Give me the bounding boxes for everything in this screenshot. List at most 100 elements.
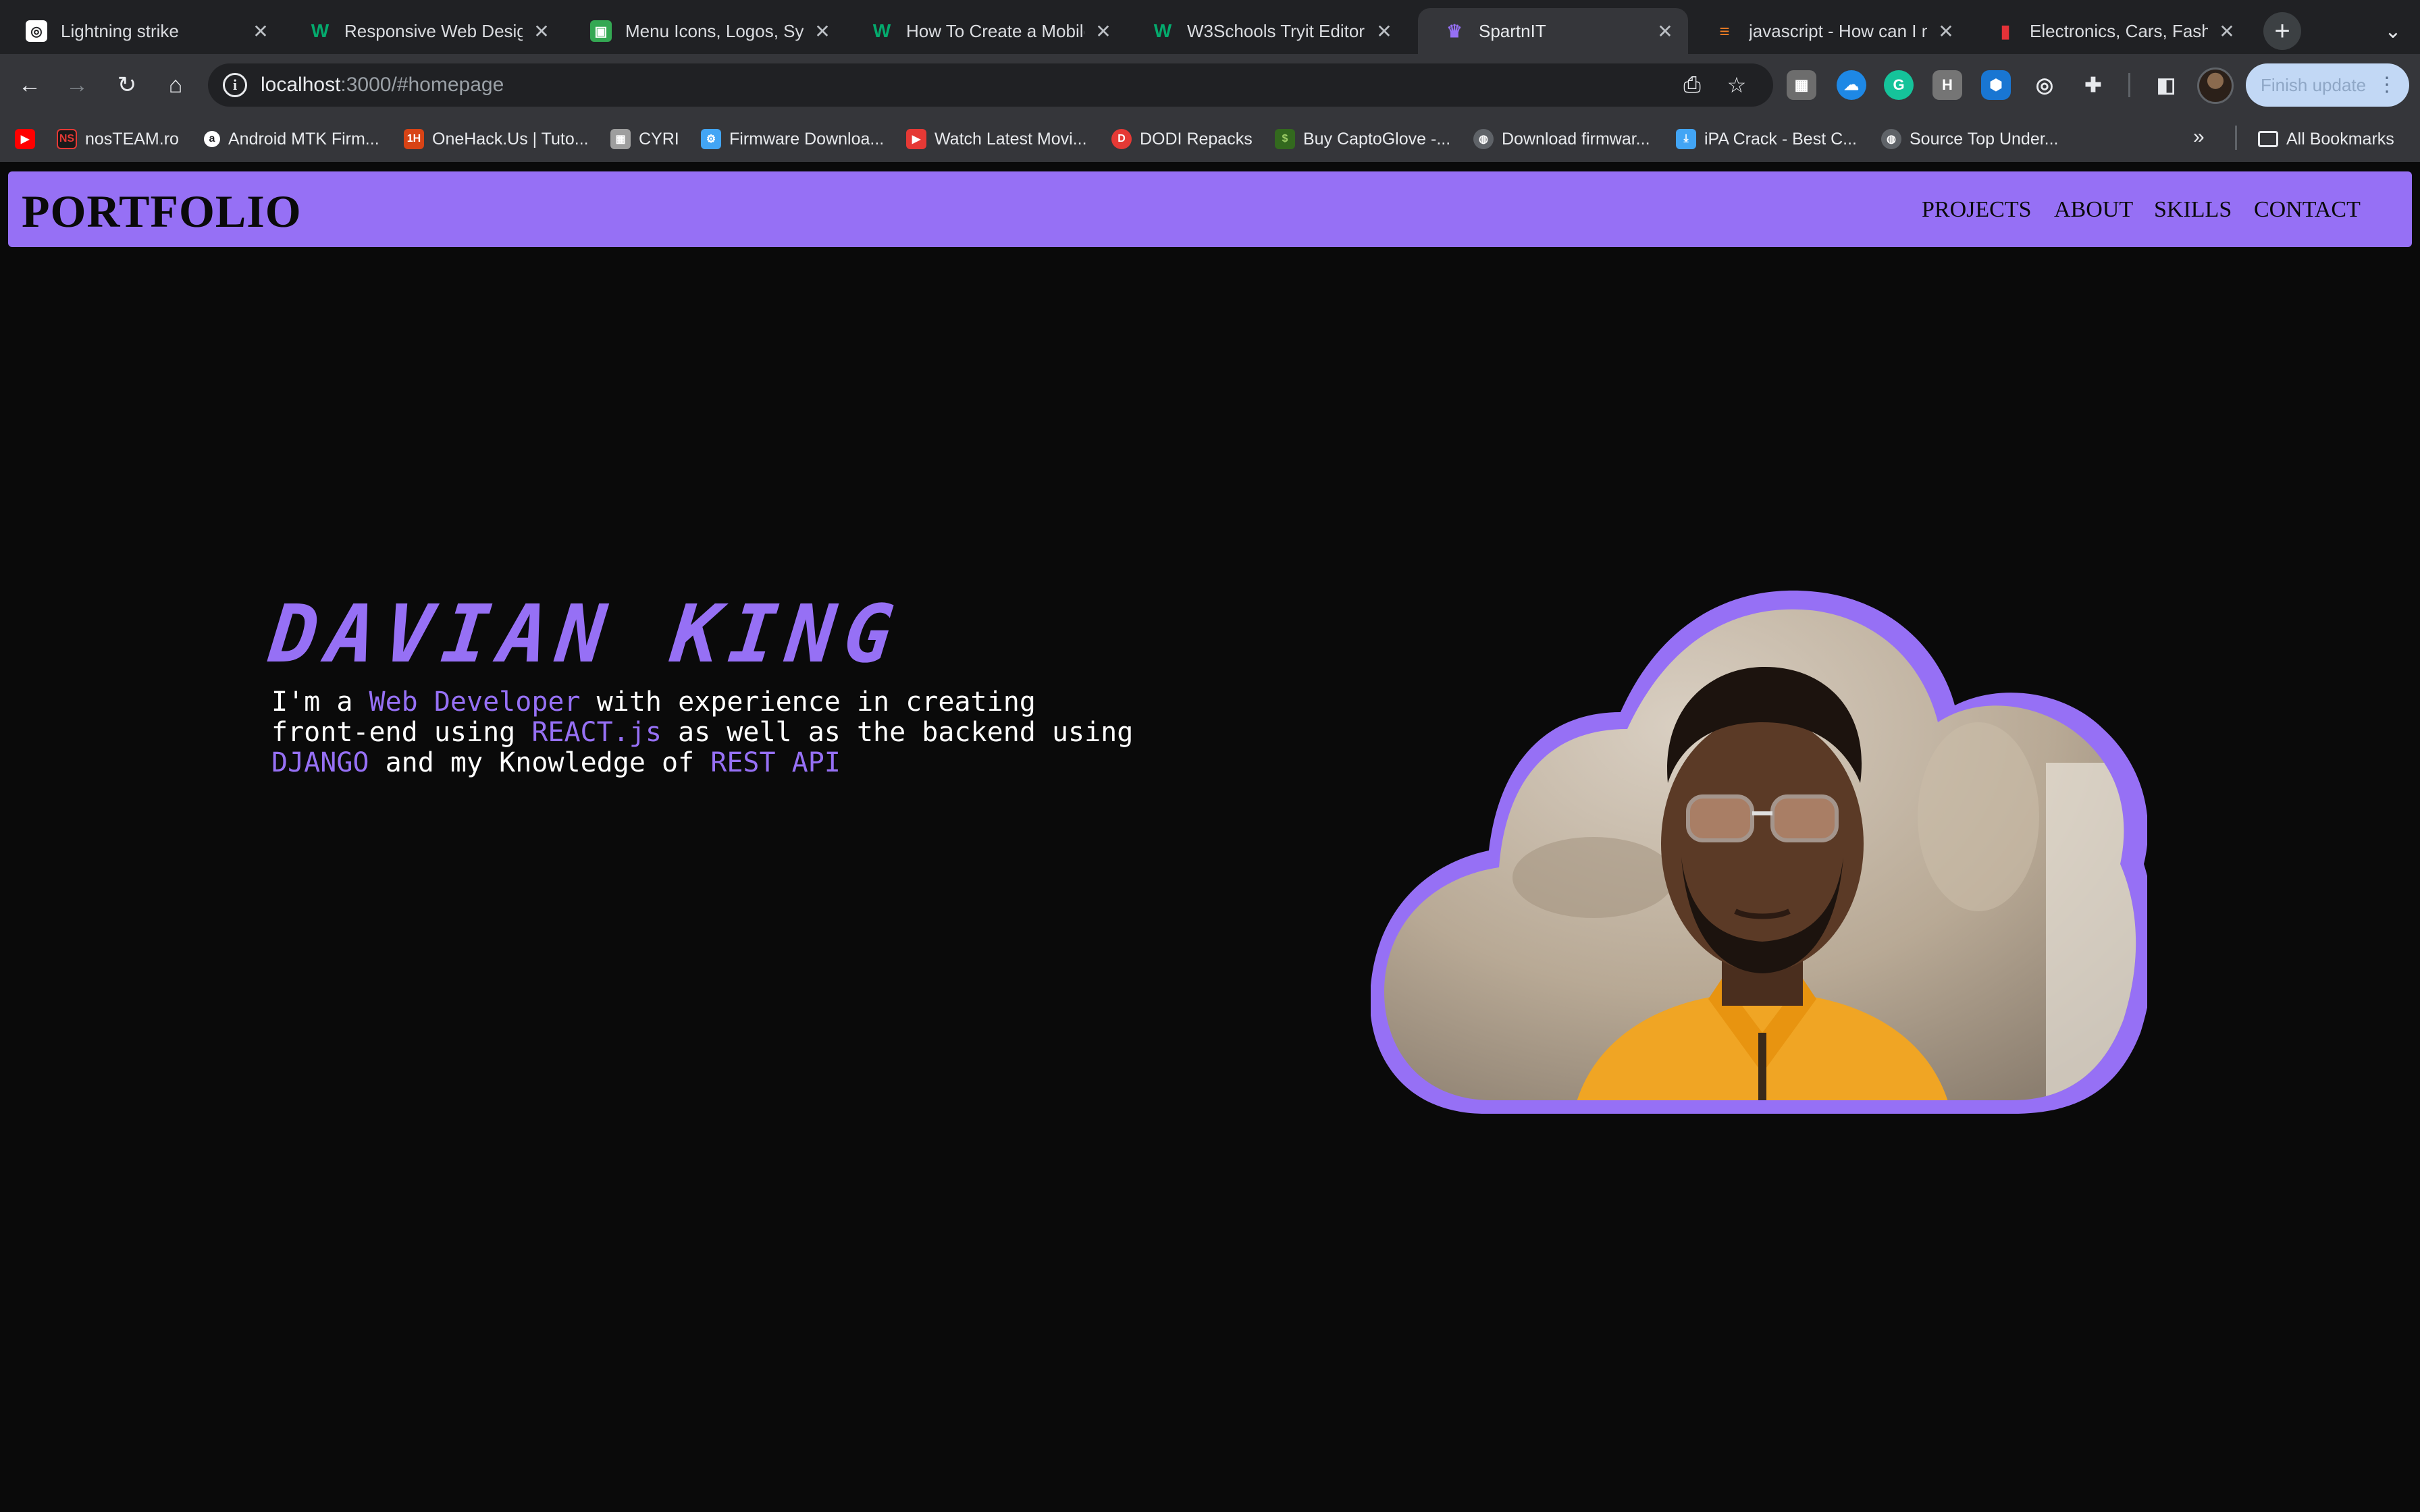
- ns-logo-icon: NS: [57, 129, 77, 149]
- site-info-icon[interactable]: i: [223, 73, 247, 97]
- close-icon[interactable]: ✕: [1373, 20, 1395, 43]
- nav-link-skills[interactable]: SKILLS: [2154, 197, 2232, 223]
- intro-highlight-web-developer: Web Developer: [369, 686, 581, 718]
- reload-icon[interactable]: ↻: [109, 68, 144, 103]
- profile-photo: [1384, 609, 2136, 1100]
- nav-link-about[interactable]: ABOUT: [2054, 197, 2133, 223]
- play-icon: ▶: [906, 129, 926, 149]
- hero-name: DAVIAN KING: [265, 587, 907, 680]
- bookmark-firmware-download[interactable]: ⚙ Firmware Downloa...: [701, 126, 884, 153]
- w3schools-icon: W: [1153, 20, 1172, 41]
- site-brand[interactable]: PORTFOLIO: [22, 185, 302, 238]
- bookmark-cyri[interactable]: ▦ CYRI: [610, 126, 679, 153]
- close-icon[interactable]: ✕: [2216, 20, 2238, 43]
- folder-icon: [2258, 131, 2278, 147]
- nav-link-contact[interactable]: CONTACT: [2254, 197, 2361, 223]
- address-url[interactable]: localhost:3000/#homepage: [261, 74, 504, 97]
- more-bookmarks-chevron-icon[interactable]: »: [2193, 126, 2205, 148]
- bookmarks-divider: [2235, 126, 2237, 150]
- bookmark-ipa-crack[interactable]: ⤓ iPA Crack - Best C...: [1676, 126, 1857, 153]
- close-icon[interactable]: ✕: [812, 20, 833, 43]
- tab-responsive-web-design[interactable]: W Responsive Web Design ✕: [284, 8, 564, 54]
- intro-text: I'm a: [271, 686, 369, 718]
- all-bookmarks[interactable]: All Bookmarks: [2258, 126, 2394, 153]
- tab-menu-icons[interactable]: ▣ Menu Icons, Logos, Sym ✕: [564, 8, 845, 54]
- stackoverflow-icon: ≡: [1719, 20, 1730, 41]
- dodi-icon: D: [1111, 129, 1132, 149]
- bookmark-nosteam[interactable]: NS nosTEAM.ro: [57, 126, 179, 153]
- close-icon[interactable]: ✕: [531, 20, 552, 43]
- extensions-puzzle-icon[interactable]: ✚: [2078, 70, 2108, 100]
- intro-text: and my Knowledge of: [369, 747, 711, 778]
- home-icon[interactable]: ⌂: [158, 68, 193, 103]
- download-icon: ⤓: [1676, 129, 1696, 149]
- tab-title: W3Schools Tryit Editor: [1187, 20, 1365, 41]
- side-panel-icon[interactable]: ◧: [2151, 70, 2181, 100]
- intro-highlight-django: DJANGO: [271, 747, 369, 778]
- nav-link-projects[interactable]: PROJECTS: [1922, 197, 2032, 223]
- 1h-logo-icon: 1H: [404, 129, 424, 149]
- bookmark-android-mtk[interactable]: a Android MTK Firm...: [204, 126, 379, 153]
- install-app-icon[interactable]: ⎙: [1679, 72, 1706, 99]
- bookmark-dodi-repacks[interactable]: D DODI Repacks: [1111, 126, 1253, 153]
- tab-title: Electronics, Cars, Fashic: [2030, 20, 2208, 41]
- forward-arrow-icon[interactable]: →: [59, 68, 95, 103]
- h-extension-icon[interactable]: H: [1932, 70, 1962, 100]
- bookmarks-bar: ▶ NS nosTEAM.ro a Android MTK Firm... 1H…: [0, 116, 2420, 162]
- ebay-icon: ▮: [2000, 20, 2011, 41]
- close-icon[interactable]: ✕: [1935, 20, 1957, 43]
- firmware-icon: ⚙: [701, 129, 721, 149]
- grammarly-icon[interactable]: G: [1884, 70, 1914, 100]
- tab-title: How To Create a Mobile: [906, 20, 1084, 41]
- close-icon[interactable]: ✕: [1654, 20, 1676, 43]
- more-menu-icon[interactable]: ⋮: [2377, 73, 2397, 97]
- white-square-logo-icon: ◎: [26, 20, 47, 42]
- bookmark-download-firmware[interactable]: ◍ Download firmwar...: [1473, 126, 1650, 153]
- profile-avatar[interactable]: [2197, 68, 2234, 104]
- shield-extension-icon[interactable]: ⬢: [1981, 70, 2011, 100]
- cloud-extension-icon[interactable]: ☁: [1837, 70, 1866, 100]
- w3schools-icon: W: [311, 20, 330, 41]
- site-navbar: PORTFOLIO PROJECTS ABOUT SKILLS CONTACT: [8, 171, 2412, 247]
- target-extension-icon[interactable]: ◎: [2030, 70, 2059, 100]
- spartan-helmet-icon: ♛: [1446, 20, 1463, 41]
- close-icon[interactable]: ✕: [250, 20, 271, 43]
- bookmark-onehack[interactable]: 1H OneHack.Us | Tuto...: [404, 126, 589, 153]
- tab-lightning-strike[interactable]: ◎ Lightning strike ✕: [0, 8, 284, 54]
- profile-photo-cloud: [1371, 590, 2147, 1114]
- back-arrow-icon[interactable]: ←: [12, 68, 47, 103]
- green-square-icon: ▣: [590, 20, 612, 42]
- tab-how-to-create-mobile[interactable]: W How To Create a Mobile ✕: [845, 8, 1126, 54]
- close-icon[interactable]: ✕: [1093, 20, 1114, 43]
- bookmark-watch-movies[interactable]: ▶ Watch Latest Movi...: [906, 126, 1087, 153]
- bookmark-youtube[interactable]: ▶: [15, 126, 43, 153]
- hero-intro: I'm a Web Developer with experience in c…: [271, 687, 1142, 778]
- toolbar-divider: [2128, 73, 2130, 97]
- bookmark-source-top[interactable]: ◍ Source Top Under...: [1881, 126, 2059, 153]
- address-bar[interactable]: i localhost:3000/#homepage ⎙ ☆: [208, 63, 1773, 107]
- intro-highlight-react: REACT.js: [531, 717, 662, 748]
- tab-ebay[interactable]: ▮ Electronics, Cars, Fashic ✕: [1969, 8, 2250, 54]
- tab-title: SpartnIT: [1479, 20, 1546, 41]
- tab-spartnit[interactable]: ♛ SpartnIT ✕: [1418, 8, 1688, 54]
- tab-search-chevron-icon[interactable]: ⌄: [2375, 14, 2411, 49]
- tab-title: Lightning strike: [61, 20, 179, 41]
- finish-update-button[interactable]: Finish update ⋮: [2246, 63, 2409, 107]
- youtube-icon: ▶: [15, 129, 35, 149]
- circle-a-icon: a: [204, 131, 220, 147]
- tab-javascript-stackoverflow[interactable]: ≡ javascript - How can I m ✕: [1688, 8, 1969, 54]
- bookmark-star-icon[interactable]: ☆: [1723, 72, 1750, 99]
- globe-icon: ◍: [1473, 129, 1494, 149]
- tab-title: Menu Icons, Logos, Sym: [625, 20, 804, 41]
- w3schools-icon: W: [872, 20, 891, 41]
- tab-title: Responsive Web Design: [344, 20, 523, 41]
- intro-text: as well as the backend using: [661, 717, 1134, 748]
- tab-title: javascript - How can I m: [1749, 20, 1927, 41]
- intro-highlight-rest-api: REST API: [710, 747, 841, 778]
- tab-w3schools-tryit[interactable]: W W3Schools Tryit Editor ✕: [1126, 8, 1407, 54]
- new-tab-button[interactable]: +: [2263, 12, 2301, 50]
- bookmark-captoglove[interactable]: $ Buy CaptoGlove -...: [1275, 126, 1450, 153]
- globe-icon: ◍: [1881, 129, 1901, 149]
- extension-puzzle-gray-icon[interactable]: ▦: [1787, 70, 1816, 100]
- captoglove-icon: $: [1275, 129, 1295, 149]
